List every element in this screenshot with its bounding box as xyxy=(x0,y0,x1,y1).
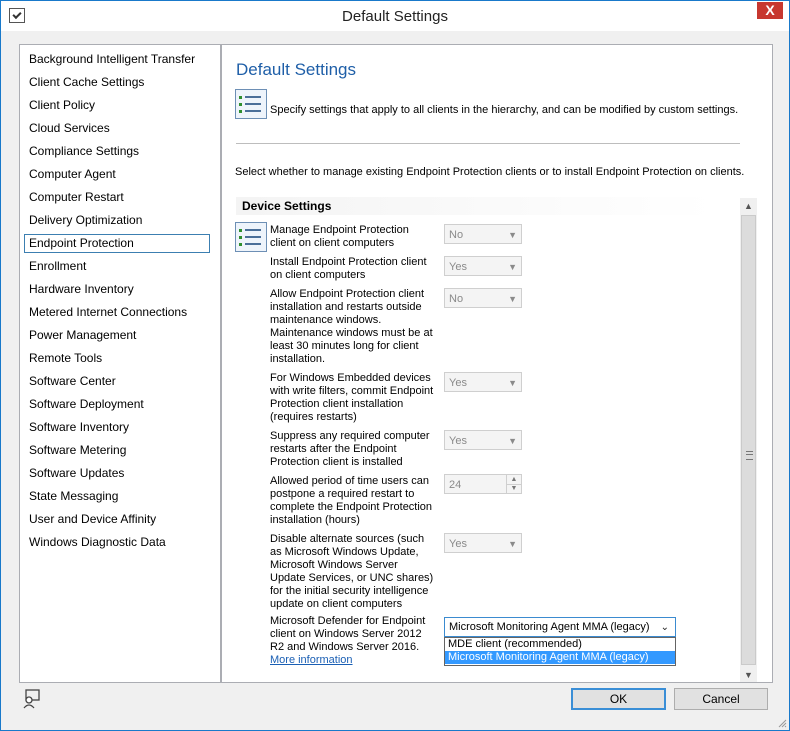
nav-item-delivery-optimization[interactable]: Delivery Optimization xyxy=(24,211,210,230)
page-title: Default Settings xyxy=(236,60,357,79)
manage-client-select[interactable]: No ▼ xyxy=(444,224,522,244)
settings-nav: Background Intelligent Transfer Client C… xyxy=(19,44,221,683)
chevron-down-icon: ▼ xyxy=(508,230,517,240)
scroll-up-icon[interactable]: ▲ xyxy=(740,198,757,214)
nav-item-software-updates[interactable]: Software Updates xyxy=(24,464,210,483)
nav-item-metered-internet-connections[interactable]: Metered Internet Connections xyxy=(24,303,210,322)
setting-label-postpone-period: Allowed period of time users can postpon… xyxy=(270,475,433,526)
disable-alternate-sources-select[interactable]: Yes ▼ xyxy=(444,533,522,553)
section-header-device-settings: Device Settings xyxy=(236,197,716,215)
windows-embedded-select[interactable]: Yes ▼ xyxy=(444,372,522,392)
resize-grip-icon[interactable] xyxy=(777,718,787,728)
settings-window: Default Settings X Background Intelligen… xyxy=(0,0,790,731)
nav-item-cloud-services[interactable]: Cloud Services xyxy=(24,119,210,138)
title-bar: Default Settings X xyxy=(1,1,789,31)
nav-item-windows-diagnostic-data[interactable]: Windows Diagnostic Data xyxy=(24,533,210,552)
nav-item-remote-tools[interactable]: Remote Tools xyxy=(24,349,210,368)
chevron-down-icon: ▼ xyxy=(508,378,517,388)
setting-label-disable-alternate-sources: Disable alternate sources (such as Micro… xyxy=(270,533,434,610)
nav-item-client-policy[interactable]: Client Policy xyxy=(24,96,210,115)
postpone-hours-stepper[interactable]: 24 ▲ ▼ xyxy=(444,474,522,494)
setting-label-manage-client: Manage Endpoint Protection client on cli… xyxy=(270,224,409,249)
combo-value: Microsoft Monitoring Agent MMA (legacy) xyxy=(449,621,650,633)
nav-item-state-messaging[interactable]: State Messaging xyxy=(24,487,210,506)
scrollbar-thumb[interactable] xyxy=(741,215,756,665)
nav-item-computer-agent[interactable]: Computer Agent xyxy=(24,165,210,184)
combo-value: Yes xyxy=(449,377,467,389)
chevron-down-icon: ▼ xyxy=(508,294,517,304)
nav-item-user-and-device-affinity[interactable]: User and Device Affinity xyxy=(24,510,210,529)
divider xyxy=(236,143,740,144)
combo-value: Yes xyxy=(449,435,467,447)
setting-label-windows-embedded: For Windows Embedded devices with write … xyxy=(270,372,434,423)
page-instruction: Select whether to manage existing Endpoi… xyxy=(235,166,745,178)
nav-item-software-deployment[interactable]: Software Deployment xyxy=(24,395,210,414)
combo-value: Yes xyxy=(449,538,467,550)
stepper-down-icon[interactable]: ▼ xyxy=(506,484,521,493)
dropdown-option-mma-legacy[interactable]: Microsoft Monitoring Agent MMA (legacy) xyxy=(445,651,675,664)
settings-content: Default Settings Specify settings that a… xyxy=(221,44,773,683)
allow-outside-maintenance-select[interactable]: No ▼ xyxy=(444,288,522,308)
nav-item-computer-restart[interactable]: Computer Restart xyxy=(24,188,210,207)
grip-icon xyxy=(746,451,753,460)
defender-client-select[interactable]: Microsoft Monitoring Agent MMA (legacy) ⌄ xyxy=(444,617,676,637)
combo-value: No xyxy=(449,229,464,241)
suppress-restarts-select[interactable]: Yes ▼ xyxy=(444,430,522,450)
nav-item-software-inventory[interactable]: Software Inventory xyxy=(24,418,210,437)
nav-item-software-center[interactable]: Software Center xyxy=(24,372,210,391)
chevron-down-icon: ⌄ xyxy=(660,622,669,633)
scroll-down-icon[interactable]: ▼ xyxy=(740,667,757,682)
nav-item-compliance-settings[interactable]: Compliance Settings xyxy=(24,142,210,161)
setting-label-defender-endpoint: Microsoft Defender for Endpoint client o… xyxy=(270,615,426,653)
chevron-down-icon: ▼ xyxy=(508,539,517,549)
setting-label-suppress-restarts: Suppress any required computer restarts … xyxy=(270,430,430,468)
nav-item-client-cache-settings[interactable]: Client Cache Settings xyxy=(24,73,210,92)
nav-item-hardware-inventory[interactable]: Hardware Inventory xyxy=(24,280,210,299)
defender-client-dropdown: MDE client (recommended) Microsoft Monit… xyxy=(444,637,676,666)
ok-button[interactable]: OK xyxy=(571,688,666,710)
more-information-link[interactable]: More information xyxy=(270,654,353,666)
dropdown-option-mde-client[interactable]: MDE client (recommended) xyxy=(445,638,675,651)
nav-item-background-intelligent-transfer[interactable]: Background Intelligent Transfer xyxy=(24,50,210,69)
cancel-button[interactable]: Cancel xyxy=(674,688,768,710)
page-description: Specify settings that apply to all clien… xyxy=(270,104,739,116)
window-title: Default Settings xyxy=(342,8,448,25)
nav-item-software-metering[interactable]: Software Metering xyxy=(24,441,210,460)
feedback-icon[interactable] xyxy=(21,689,41,709)
close-button[interactable]: X xyxy=(757,2,783,19)
nav-item-power-management[interactable]: Power Management xyxy=(24,326,210,345)
combo-value: Yes xyxy=(449,261,467,273)
settings-list-icon xyxy=(235,89,267,119)
chevron-down-icon: ▼ xyxy=(508,262,517,272)
device-settings-icon xyxy=(235,222,267,252)
install-client-select[interactable]: Yes ▼ xyxy=(444,256,522,276)
nav-item-endpoint-protection[interactable]: Endpoint Protection xyxy=(24,234,210,253)
chevron-down-icon: ▼ xyxy=(508,436,517,446)
combo-value: No xyxy=(449,293,464,305)
stepper-value: 24 xyxy=(449,479,462,491)
nav-item-enrollment[interactable]: Enrollment xyxy=(24,257,210,276)
vertical-scrollbar[interactable]: ▲ ▼ xyxy=(740,198,757,682)
setting-label-install-client: Install Endpoint Protection client on cl… xyxy=(270,256,427,281)
setting-label-allow-outside-maintenance: Allow Endpoint Protection client install… xyxy=(270,288,433,365)
